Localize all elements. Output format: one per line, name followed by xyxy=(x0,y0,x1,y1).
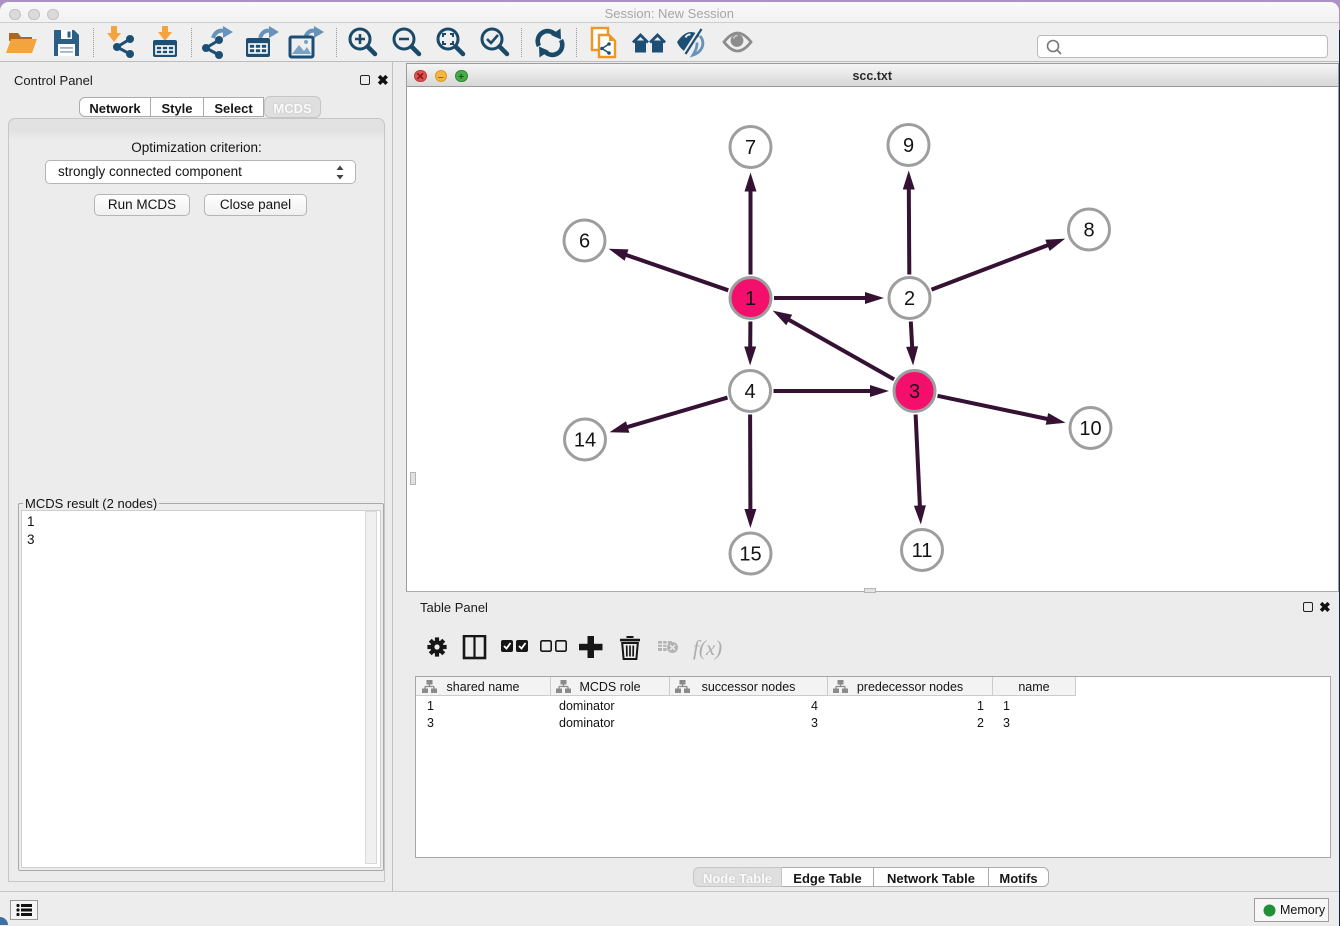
svg-text:7: 7 xyxy=(745,137,756,159)
svg-text:1: 1 xyxy=(745,288,756,310)
svg-text:9: 9 xyxy=(903,135,914,157)
svg-text:4: 4 xyxy=(744,381,755,403)
svg-text:10: 10 xyxy=(1079,418,1101,440)
svg-text:6: 6 xyxy=(579,231,590,253)
svg-text:2: 2 xyxy=(904,288,915,310)
svg-text:11: 11 xyxy=(912,540,933,562)
svg-text:8: 8 xyxy=(1083,220,1094,242)
svg-text:14: 14 xyxy=(574,430,596,452)
svg-text:f(x): f(x) xyxy=(693,636,722,660)
svg-text:15: 15 xyxy=(739,544,761,566)
svg-text:3: 3 xyxy=(909,381,920,403)
